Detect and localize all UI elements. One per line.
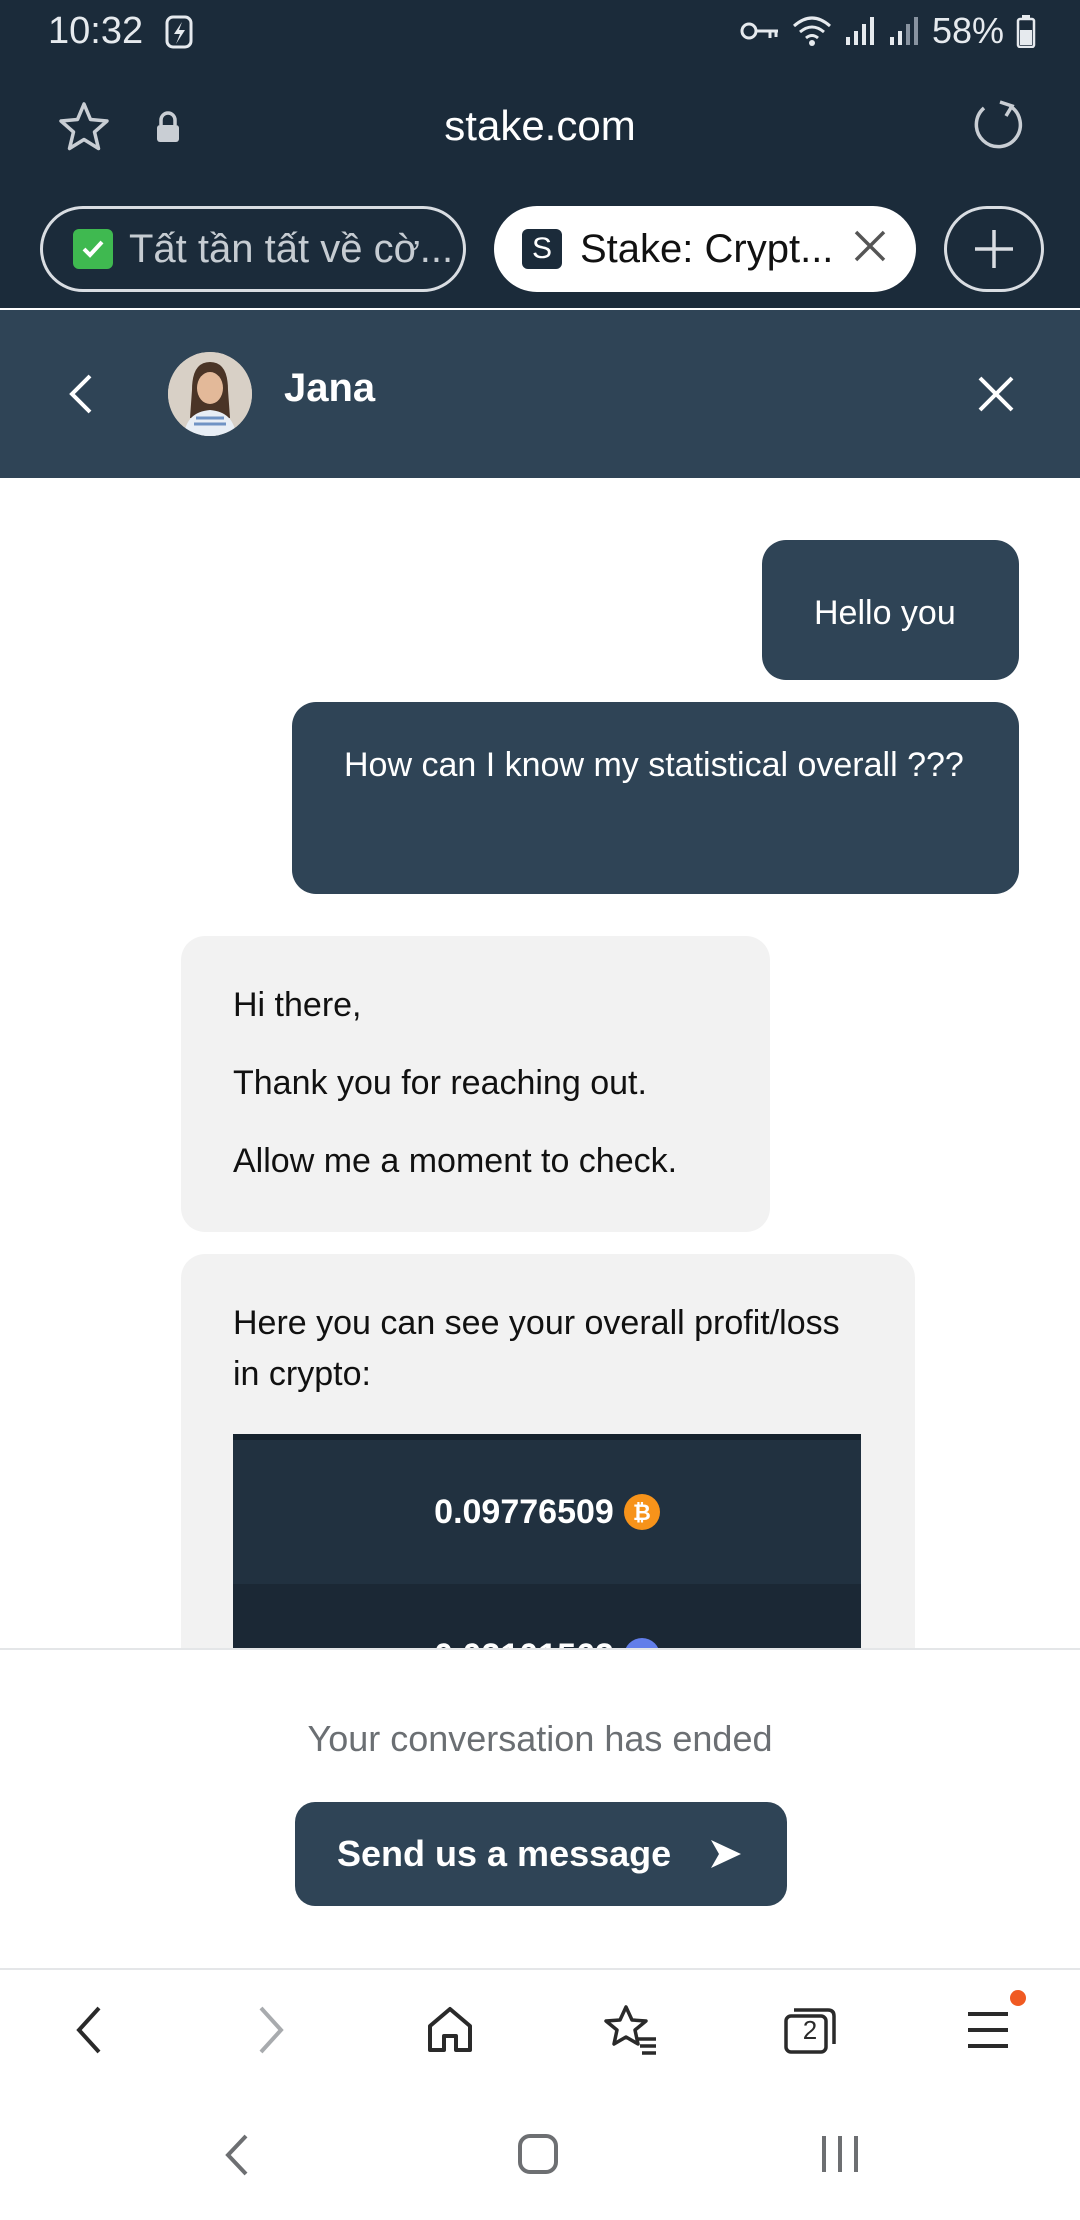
send-message-button[interactable]: Send us a message: [295, 1802, 787, 1906]
message-text: Allow me a moment to check.: [233, 1142, 678, 1180]
message-text: How can I know my statistical overall ??…: [344, 746, 964, 784]
battery-icon: [1016, 15, 1036, 48]
system-home-icon[interactable]: [516, 2130, 560, 2178]
close-chat-icon[interactable]: [976, 374, 1016, 414]
status-bar: 10:32 58%: [0, 0, 1080, 64]
incoming-message: Here you can see your overall profit/los…: [181, 1254, 915, 1648]
nav-forward-button[interactable]: [240, 1998, 304, 2062]
nav-bookmarks-button[interactable]: [598, 1998, 662, 2062]
new-tab-button[interactable]: [944, 206, 1044, 292]
address-text[interactable]: stake.com: [0, 102, 1080, 150]
reload-icon[interactable]: [970, 98, 1026, 154]
browser-url-bar: stake.com: [0, 64, 1080, 194]
outgoing-message: How can I know my statistical overall ??…: [292, 702, 1019, 894]
btc-row: 0.09776509 ₿: [233, 1440, 861, 1584]
close-tab-icon[interactable]: [850, 226, 890, 266]
message-text: Here you can see your overall profit/los…: [233, 1304, 840, 1393]
browser-tabs-bar: Tất tần tất về cờ... S Stake: Crypt...: [0, 194, 1080, 308]
app-notification-icon: [165, 15, 193, 49]
signal-icon: [845, 17, 874, 45]
nav-back-button[interactable]: [56, 1998, 120, 2062]
nav-tabs-button[interactable]: 2: [778, 1998, 842, 2062]
agent-name: Jana: [284, 366, 376, 410]
profit-loss-screenshot[interactable]: 0.09776509 ₿ 0.02101562 ♦: [233, 1434, 861, 1648]
message-text: Hi there,: [233, 986, 362, 1024]
chat-messages[interactable]: Hello you How can I know my statistical …: [0, 478, 1080, 1648]
message-text: Thank you for reaching out.: [233, 1064, 647, 1102]
wifi-icon: [792, 16, 831, 46]
tab-label: Stake: Crypt...: [580, 226, 834, 271]
tab-label: Tất tần tất về cờ...: [129, 226, 454, 271]
bookmarks-star-list-icon: [604, 2005, 656, 2055]
chat-footer: Your conversation has ended Send us a me…: [0, 1648, 1080, 1968]
btc-value: 0.09776509: [434, 1492, 614, 1531]
outgoing-message: Hello you: [762, 540, 1019, 680]
eth-value: 0.02101562: [434, 1631, 614, 1649]
plus-icon: [975, 230, 1013, 268]
tab-count: 2: [802, 2015, 818, 2045]
battery-percent: 58%: [931, 10, 1004, 51]
notification-dot: [1010, 1990, 1026, 2006]
nav-home-button[interactable]: [418, 1998, 482, 2062]
system-nav-bar: [0, 2090, 1080, 2220]
menu-icon: [968, 2012, 1008, 2048]
send-arrow-icon: [711, 1840, 741, 1868]
tab-inactive[interactable]: Tất tần tất về cờ...: [40, 206, 466, 292]
forward-icon: [259, 2006, 284, 2054]
system-recents-icon[interactable]: [818, 2130, 862, 2178]
browser-bottom-nav: 2: [0, 1968, 1080, 2090]
ethereum-icon: ♦: [623, 1638, 660, 1648]
back-arrow-icon[interactable]: [66, 372, 96, 416]
agent-avatar: [168, 352, 252, 436]
eth-row: 0.02101562 ♦: [233, 1584, 861, 1648]
send-button-label: Send us a message: [337, 1833, 672, 1874]
key-icon: [740, 22, 778, 40]
checkmark-icon: [73, 229, 113, 269]
conversation-ended-text: Your conversation has ended: [307, 1718, 773, 1759]
chat-header: Jana: [0, 310, 1080, 478]
message-text: Hello you: [814, 594, 956, 632]
signal-icon-2: [889, 17, 918, 45]
back-icon: [76, 2006, 101, 2054]
system-back-icon[interactable]: [222, 2130, 252, 2180]
tab-active[interactable]: S Stake: Crypt...: [494, 206, 916, 292]
status-time: 10:32: [48, 10, 144, 52]
incoming-message: Hi there, Thank you for reaching out. Al…: [181, 936, 770, 1232]
nav-menu-button[interactable]: [956, 1990, 1026, 2062]
bitcoin-icon: ₿: [623, 1494, 660, 1530]
stake-favicon-icon: S: [522, 229, 562, 269]
home-icon: [428, 2007, 472, 2052]
